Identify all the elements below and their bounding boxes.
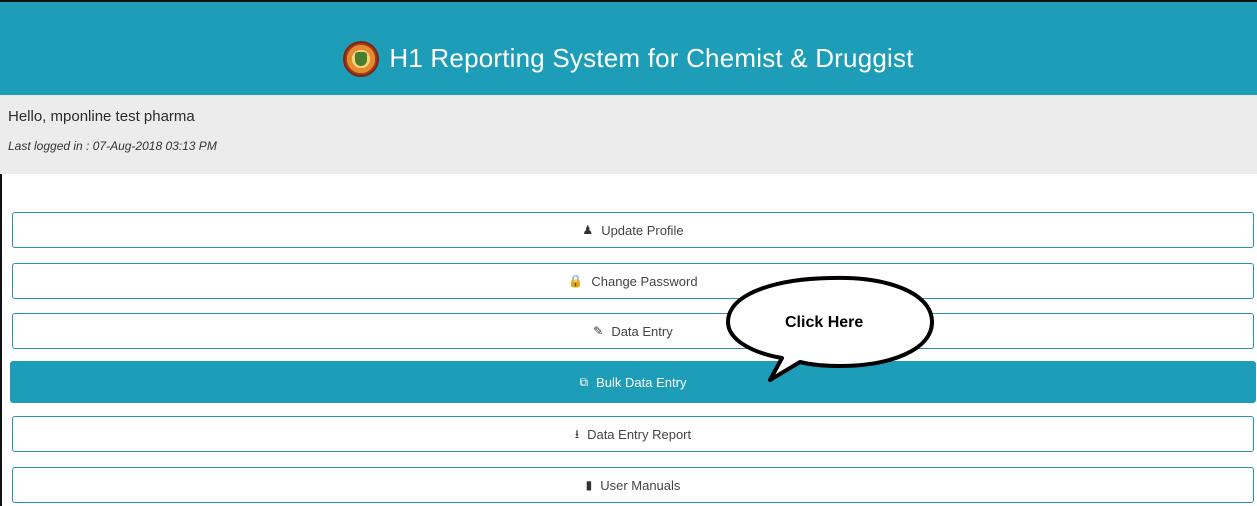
emblem-logo-icon <box>343 40 380 77</box>
menu-item-label: Data Entry <box>611 323 673 339</box>
copy-icon: ⧉ <box>579 375 589 389</box>
user-info-bar: Hello, mponline test pharma Last logged … <box>0 95 1257 174</box>
menu-item-label: User Manuals <box>600 477 681 493</box>
update-profile-button[interactable]: ♟ Update Profile <box>12 212 1254 248</box>
menu-item-label: Data Entry Report <box>587 426 692 442</box>
app-title: H1 Reporting System for Chemist & Druggi… <box>389 43 914 73</box>
data-entry-button[interactable]: ✎ Data Entry <box>12 313 1254 349</box>
last-logged-text: Last logged in : 07-Aug-2018 03:13 PM <box>8 139 217 153</box>
lock-icon: 🔒 <box>568 274 584 288</box>
menu-item-label: Bulk Data Entry <box>596 374 687 390</box>
menu-item-label: Change Password <box>591 273 698 289</box>
data-entry-report-button[interactable]: ⭳ Data Entry Report <box>12 416 1254 452</box>
download-icon: ⭳ <box>574 427 580 441</box>
user-manuals-button[interactable]: ▮ User Manuals <box>12 467 1254 503</box>
edit-icon: ✎ <box>593 324 604 338</box>
greeting-text: Hello, mponline test pharma <box>8 108 195 125</box>
user-icon: ♟ <box>582 223 594 237</box>
callout-text: Click Here <box>785 314 864 331</box>
bulk-data-entry-button[interactable]: ⧉ Bulk Data Entry <box>10 361 1256 403</box>
change-password-button[interactable]: 🔒 Change Password <box>12 263 1254 299</box>
menu-item-label: Update Profile <box>601 222 684 238</box>
book-icon: ▮ <box>585 478 593 492</box>
header-brand: H1 Reporting System for Chemist & Druggi… <box>343 40 914 77</box>
